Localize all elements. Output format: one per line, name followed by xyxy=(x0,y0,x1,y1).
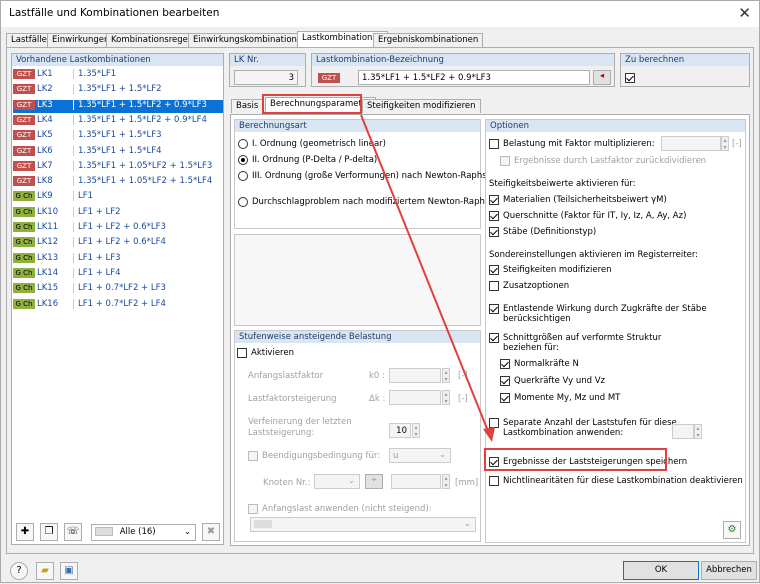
annotation-arrow xyxy=(360,114,495,442)
folder-icon[interactable]: ▰ xyxy=(36,562,54,580)
ok-button[interactable]: OK xyxy=(623,561,699,580)
cancel-button[interactable]: Abbrechen xyxy=(701,561,757,580)
save-icon[interactable]: ▣ xyxy=(60,562,78,580)
dialog-window: Lastfälle und Kombinationen bearbeiten ✕… xyxy=(0,0,760,583)
help-icon[interactable]: ? xyxy=(10,562,28,580)
